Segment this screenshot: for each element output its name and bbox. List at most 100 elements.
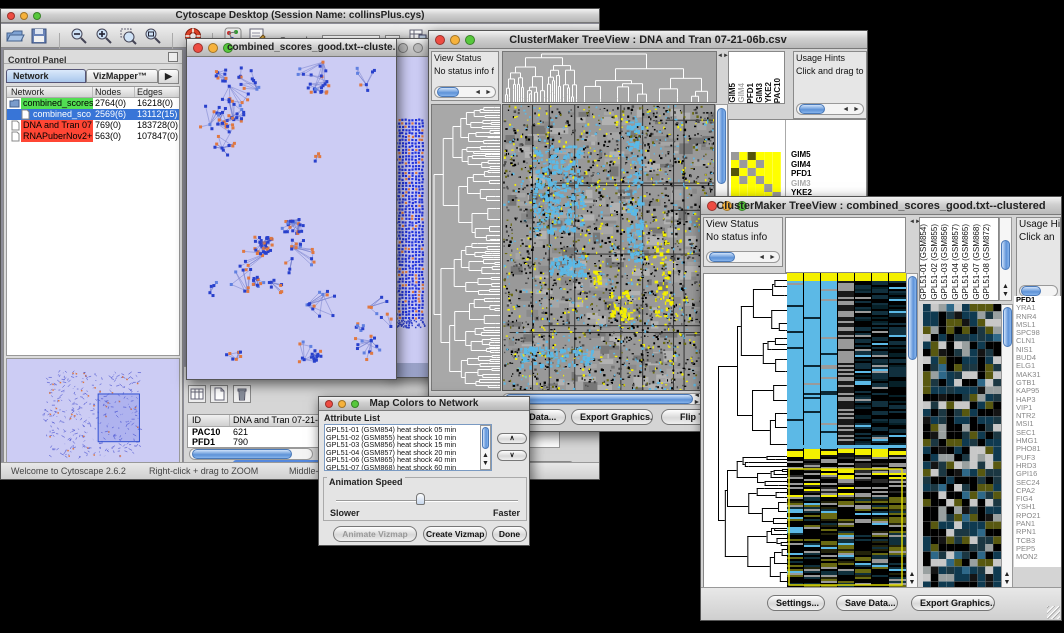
status-zoom-hint: Right-click + drag to ZOOM: [149, 463, 258, 479]
save-icon[interactable]: [29, 26, 49, 46]
folder-icon: [9, 98, 21, 109]
tv2-gene-dendrogram[interactable]: [703, 273, 789, 591]
export-graphics-button[interactable]: Export Graphics...: [911, 595, 995, 611]
network-edges-cell: 183728(0): [135, 120, 178, 131]
tab-overflow-arrow[interactable]: ▶: [158, 69, 179, 84]
attribute-list-item[interactable]: GPL51-07 (GSM868) heat shock 60 min: [326, 464, 479, 471]
network-edges-cell: 16218(0): [135, 98, 173, 109]
zoom-in-icon[interactable]: [94, 26, 114, 46]
minimize-button[interactable]: [208, 43, 218, 53]
tv2-status-hscrollbar[interactable]: ◄ ►: [706, 251, 780, 263]
tv1-gene-label: GIM3: [789, 179, 865, 189]
treeview1-title-bar[interactable]: ClusterMaker TreeView : DNA and Tran 07-…: [429, 31, 867, 49]
tv2-zoom-vscrollbar[interactable]: ▲▼: [1001, 304, 1013, 589]
attribute-list-vscrollbar[interactable]: ▲▼: [480, 425, 491, 470]
tv1-heatmap[interactable]: [502, 104, 715, 391]
settings-button[interactable]: Settings...: [767, 595, 825, 611]
tv2-zoom-heatmap[interactable]: [923, 304, 1001, 589]
document-icon: [19, 109, 31, 120]
animate-vizmap-button[interactable]: Animate Vizmap: [333, 526, 417, 542]
tv1-column-label: PAC10: [774, 78, 783, 103]
attribute-list-label: Attribute List: [319, 411, 529, 423]
zoom-selected-icon[interactable]: [118, 26, 138, 46]
tv2-column-label: GPL51-01 (GSM854): [920, 224, 931, 300]
table-row[interactable]: combined_sco2569(6)13112(15): [7, 109, 179, 120]
tab-vizmapper[interactable]: VizMapper™: [86, 69, 158, 83]
tv1-gene-dendrogram[interactable]: [431, 104, 501, 391]
tv1-hints-hscrollbar[interactable]: ◄ ►: [796, 103, 864, 115]
tv2-column-labels: GPL51-01 (GSM854)GPL51-02 (GSM855)GPL51-…: [919, 217, 999, 301]
slider-slower-label: Slower: [330, 508, 360, 518]
open-folder-icon[interactable]: [5, 26, 25, 46]
new-attribute-icon[interactable]: [210, 385, 228, 403]
treeview2-title-bar[interactable]: ClusterMaker TreeView : combined_scores_…: [701, 197, 1061, 215]
tv2-labels-vscrollbar[interactable]: ▲▼: [999, 217, 1012, 301]
network-view-window: combined_scores_good.txt--cluste...: [186, 38, 397, 380]
network-overview-panel[interactable]: [6, 358, 180, 466]
document-icon: [9, 120, 21, 131]
tv2-gene-label: MON2: [1014, 553, 1061, 561]
move-attribute-up-button[interactable]: ∧: [497, 433, 527, 444]
tv1-status-hscrollbar[interactable]: ◄ ►: [434, 86, 496, 98]
tv2-column-label: GPL51-03 (GSM856): [941, 224, 952, 300]
select-attributes-icon[interactable]: [188, 385, 206, 403]
table-row[interactable]: DNA and Tran 07769(0)183728(0): [7, 120, 179, 131]
network-name-cell: combined_scores: [7, 98, 93, 109]
slider-thumb[interactable]: [416, 493, 425, 505]
treeview2-window: ClusterMaker TreeView : combined_scores_…: [700, 196, 1062, 621]
column-header-network[interactable]: Network: [7, 87, 93, 97]
move-attribute-down-button[interactable]: ∨: [497, 450, 527, 461]
close-button[interactable]: [193, 43, 203, 53]
tv1-view-status-panel: View Status No status info f ◄ ►: [431, 51, 499, 101]
tv1-gene-label: PFD1: [789, 169, 865, 179]
usage-hints-text: Click and drag to: [794, 65, 866, 78]
tv1-zoom-matrix[interactable]: [731, 152, 781, 200]
data-id-cell: PFD1: [188, 437, 230, 447]
network-name: combined_sco: [31, 109, 93, 120]
treeview1-title: ClusterMaker TreeView : DNA and Tran 07-…: [429, 34, 867, 46]
control-panel: Control Panel NetworkVizMapper™▶ Network…: [3, 49, 183, 469]
table-row[interactable]: RNAPuberNov2+563(0)107847(0): [7, 131, 179, 142]
dialog-title-bar[interactable]: Map Colors to Network: [319, 397, 529, 411]
network-nodes-cell: 2569(6): [93, 109, 135, 120]
main-title-bar[interactable]: Cytoscape Desktop (Session Name: collins…: [1, 9, 599, 23]
zoom-fit-icon[interactable]: [143, 26, 163, 46]
create-vizmap-button[interactable]: Create Vizmap: [423, 526, 487, 542]
attribute-list[interactable]: GPL51-01 (GSM854) heat shock 05 minGPL51…: [324, 424, 492, 471]
network-name: DNA and Tran 07: [21, 120, 93, 131]
network-edges-cell: 107847(0): [135, 131, 178, 142]
done-button[interactable]: Done: [492, 526, 527, 542]
network-name: combined_scores: [21, 98, 93, 109]
zoom-out-icon[interactable]: [69, 26, 89, 46]
tv1-column-labels: GIM5GIM4PFD1GIM3YKE2PAC10: [728, 51, 785, 104]
delete-attribute-icon[interactable]: [233, 385, 251, 403]
network-title-bar[interactable]: combined_scores_good.txt--cluste...: [187, 39, 396, 57]
view-status-text: No status info f: [432, 65, 498, 78]
tv2-column-label: GPL51-08 (GSM872): [983, 224, 994, 300]
map-colors-dialog: Map Colors to Network Attribute List GPL…: [318, 396, 530, 546]
tv1-hscrollbar[interactable]: ◄ ►: [502, 393, 715, 405]
animation-speed-label: Animation Speed: [327, 477, 405, 487]
data-column-attr[interactable]: DNA and Tran 07-21-06: [230, 415, 328, 426]
save-data-button[interactable]: Save Data...: [836, 595, 898, 611]
minimize-button[interactable]: [413, 43, 423, 53]
network-canvas[interactable]: [187, 57, 396, 379]
usage-hints-text: Click an: [1017, 231, 1060, 244]
tv2-vscrollbar[interactable]: ▲▼: [906, 273, 918, 589]
resize-grip[interactable]: [1047, 606, 1060, 619]
desktop: Cytoscape Desktop (Session Name: collins…: [0, 0, 1064, 633]
table-row[interactable]: combined_scores2764(0)16218(0): [7, 98, 179, 109]
close-button[interactable]: [398, 43, 408, 53]
tab-network[interactable]: Network: [6, 69, 86, 83]
tv1-usage-hints-panel: Usage Hints Click and drag to ◄ ►: [793, 51, 867, 119]
data-column-id[interactable]: ID: [188, 415, 230, 426]
network-name: RNAPuberNov2+: [21, 131, 93, 142]
animation-speed-slider[interactable]: [336, 500, 518, 502]
column-header-nodes[interactable]: Nodes: [93, 87, 135, 97]
float-panel-icon[interactable]: [168, 52, 178, 62]
network-nodes-cell: 769(0): [93, 120, 135, 131]
tv2-heatmap[interactable]: [787, 273, 906, 589]
tv1-column-dendrogram[interactable]: [502, 51, 717, 103]
column-header-edges[interactable]: Edges: [135, 87, 163, 97]
export-graphics-button[interactable]: Export Graphics...: [571, 409, 653, 425]
